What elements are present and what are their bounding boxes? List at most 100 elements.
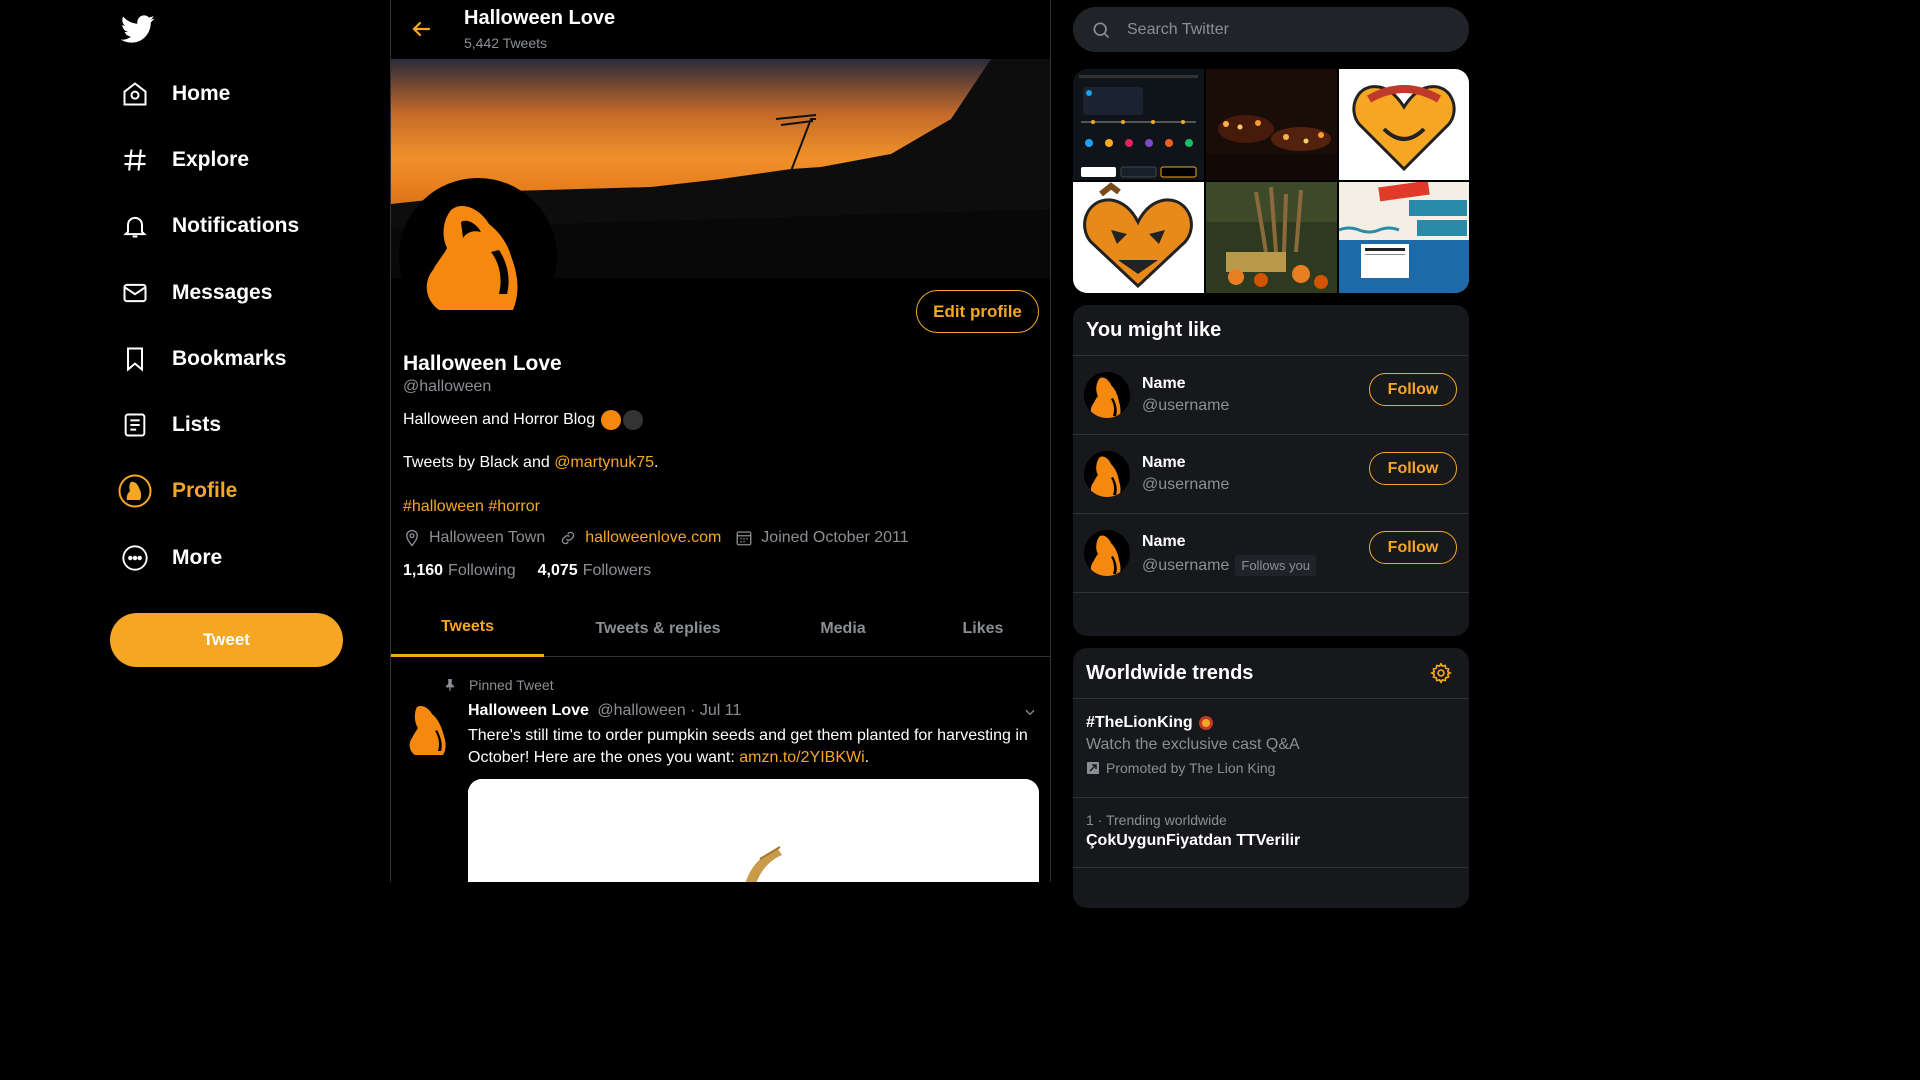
suggested-user-handle: @username — [1142, 476, 1229, 494]
search-bar[interactable] — [1073, 7, 1469, 52]
nav-explore-label: Explore — [172, 148, 250, 171]
profile-website[interactable]: halloweenlove.com — [559, 529, 721, 547]
tweet-media-card[interactable] — [468, 779, 1039, 882]
trend-context: 1 · Trending worldwide — [1086, 812, 1227, 828]
nav-profile[interactable]: Profile — [118, 467, 237, 515]
suggested-user-name[interactable]: Name — [1142, 533, 1186, 551]
promoted-icon — [1087, 762, 1099, 774]
pumpkin-emoji-icon — [601, 410, 622, 430]
trend-item-promoted[interactable]: #TheLionKing Watch the exclusive cast Q&… — [1073, 699, 1469, 798]
suggested-username[interactable]: @username — [1142, 557, 1229, 575]
suggested-user-avatar[interactable] — [1084, 530, 1130, 576]
tab-media[interactable]: Media — [772, 600, 914, 657]
nav-messages-label: Messages — [172, 281, 273, 304]
following-label: Following — [448, 562, 516, 579]
profile-stats: 1,160 Following 4,075 Followers — [403, 562, 673, 580]
followers-stat[interactable]: 4,075 Followers — [538, 562, 652, 580]
follow-button[interactable]: Follow — [1369, 373, 1457, 406]
profile-avatar-icon — [118, 474, 152, 508]
pinned-text: Pinned Tweet — [469, 677, 554, 693]
suggested-user-name[interactable]: Name — [1142, 454, 1186, 472]
home-icon — [118, 77, 152, 111]
suggested-user-avatar[interactable] — [1084, 451, 1130, 497]
following-count: 1,160 — [403, 562, 444, 579]
tweet-body-suffix: . — [864, 749, 870, 766]
search-icon — [1093, 22, 1110, 38]
trend-tag-text: #TheLionKing — [1086, 714, 1193, 731]
back-arrow-icon[interactable] — [409, 17, 433, 41]
search-input[interactable] — [1127, 20, 1427, 39]
profile-joined: Joined October 2011 — [735, 529, 909, 547]
media-grid — [1073, 69, 1469, 293]
nav-explore[interactable]: Explore — [118, 136, 249, 184]
nav-more[interactable]: More — [118, 534, 222, 582]
tab-tweets-replies[interactable]: Tweets & replies — [544, 600, 772, 657]
tab-likes[interactable]: Likes — [914, 600, 1050, 657]
profile-authors: Tweets by Black and @martynuk75. — [403, 454, 658, 472]
promoted-text: Promoted by The Lion King — [1106, 760, 1276, 776]
nav-lists[interactable]: Lists — [118, 401, 221, 449]
trend-item[interactable]: 1 · Trending worldwide ÇokUygunFiyatdan … — [1073, 798, 1469, 868]
profile-hashtags[interactable]: #halloween #horror — [403, 498, 540, 516]
tweet-link[interactable]: amzn.to/2YIBKWi — [739, 749, 864, 766]
chevron-down-icon[interactable] — [1023, 705, 1037, 719]
page-title: Halloween Love — [464, 7, 616, 29]
media-thumb-pumpkin-heart[interactable] — [1073, 182, 1204, 293]
martynuk-mention-link[interactable]: @martynuk75 — [554, 454, 654, 471]
tweet-button[interactable]: Tweet — [110, 613, 343, 667]
nav-messages[interactable]: Messages — [118, 269, 272, 317]
followers-label: Followers — [582, 562, 652, 579]
website-link[interactable]: halloweenlove.com — [585, 529, 721, 547]
suggested-user-name[interactable]: Name — [1142, 375, 1186, 393]
tweet-author-handle[interactable]: @halloween — [597, 702, 685, 719]
profile-header-bar: Halloween Love 5,442 Tweets — [391, 0, 1050, 59]
tweet-text: There's still time to order pumpkin seed… — [468, 725, 1028, 769]
media-thumb-halloween-love-logo[interactable] — [1339, 69, 1469, 180]
tweet-author-name[interactable]: Halloween Love — [468, 702, 589, 719]
tweet-author-avatar[interactable] — [405, 703, 453, 757]
tab-tweets[interactable]: Tweets — [391, 600, 544, 657]
profile-meta: Halloween Town halloweenlove.com Joined … — [403, 529, 923, 547]
joined-text: Joined October 2011 — [761, 529, 909, 546]
nav-notifications-label: Notifications — [172, 214, 300, 237]
follow-button[interactable]: Follow — [1369, 531, 1457, 564]
twitter-bird-icon[interactable] — [121, 12, 155, 46]
media-thumb-settings-screenshot[interactable] — [1073, 69, 1204, 180]
suggested-username[interactable]: @username — [1142, 476, 1229, 494]
suggested-user[interactable]: Name @username Follow — [1073, 356, 1469, 435]
nav-bookmarks[interactable]: Bookmarks — [118, 335, 286, 383]
trend-tag: ÇokUygunFiyatdan TTVerilir — [1086, 832, 1301, 849]
nav-profile-label: Profile — [172, 479, 238, 502]
you-might-like-panel: You might like Name @username Follow Nam… — [1073, 305, 1469, 636]
nav-notifications[interactable]: Notifications — [118, 202, 299, 250]
edit-profile-button[interactable]: Edit profile — [916, 290, 1039, 333]
black-heart-emoji-icon — [623, 410, 644, 430]
suggested-user[interactable]: Name @username Follow — [1073, 435, 1469, 514]
trends-title: Worldwide trends — [1073, 648, 1469, 699]
follows-you-badge: Follows you — [1235, 555, 1317, 576]
following-stat[interactable]: 1,160 Following — [403, 562, 516, 580]
media-thumb-pumpkin-patch[interactable] — [1206, 182, 1337, 293]
nav-bookmarks-label: Bookmarks — [172, 347, 287, 370]
bell-icon — [118, 209, 152, 243]
followers-count: 4,075 — [537, 562, 578, 579]
tweet-count: 5,442 Tweets — [464, 35, 548, 51]
profile-tabs: Tweets Tweets & replies Media Likes — [391, 600, 1050, 657]
gear-icon[interactable] — [1430, 662, 1452, 684]
pinned-label: Pinned Tweet — [443, 677, 554, 693]
suggested-username[interactable]: @username — [1142, 397, 1229, 415]
tweet-date[interactable]: · Jul 11 — [690, 702, 741, 719]
profile-avatar[interactable] — [399, 178, 557, 336]
media-thumb-candles[interactable] — [1206, 69, 1337, 180]
profile-location: Halloween Town — [403, 529, 545, 547]
media-thumb-soylent-green[interactable] — [1339, 182, 1469, 293]
calendar-icon — [736, 531, 752, 546]
nav-home[interactable]: Home — [118, 70, 230, 118]
follow-button[interactable]: Follow — [1369, 452, 1457, 485]
lion-emoji-icon — [1198, 716, 1213, 730]
profile-name: Halloween Love — [403, 352, 562, 375]
suggested-user-avatar[interactable] — [1084, 372, 1130, 418]
nav-more-label: More — [172, 546, 223, 569]
list-icon — [118, 408, 152, 442]
suggested-user[interactable]: Name @username Follows you Follow — [1073, 514, 1469, 593]
